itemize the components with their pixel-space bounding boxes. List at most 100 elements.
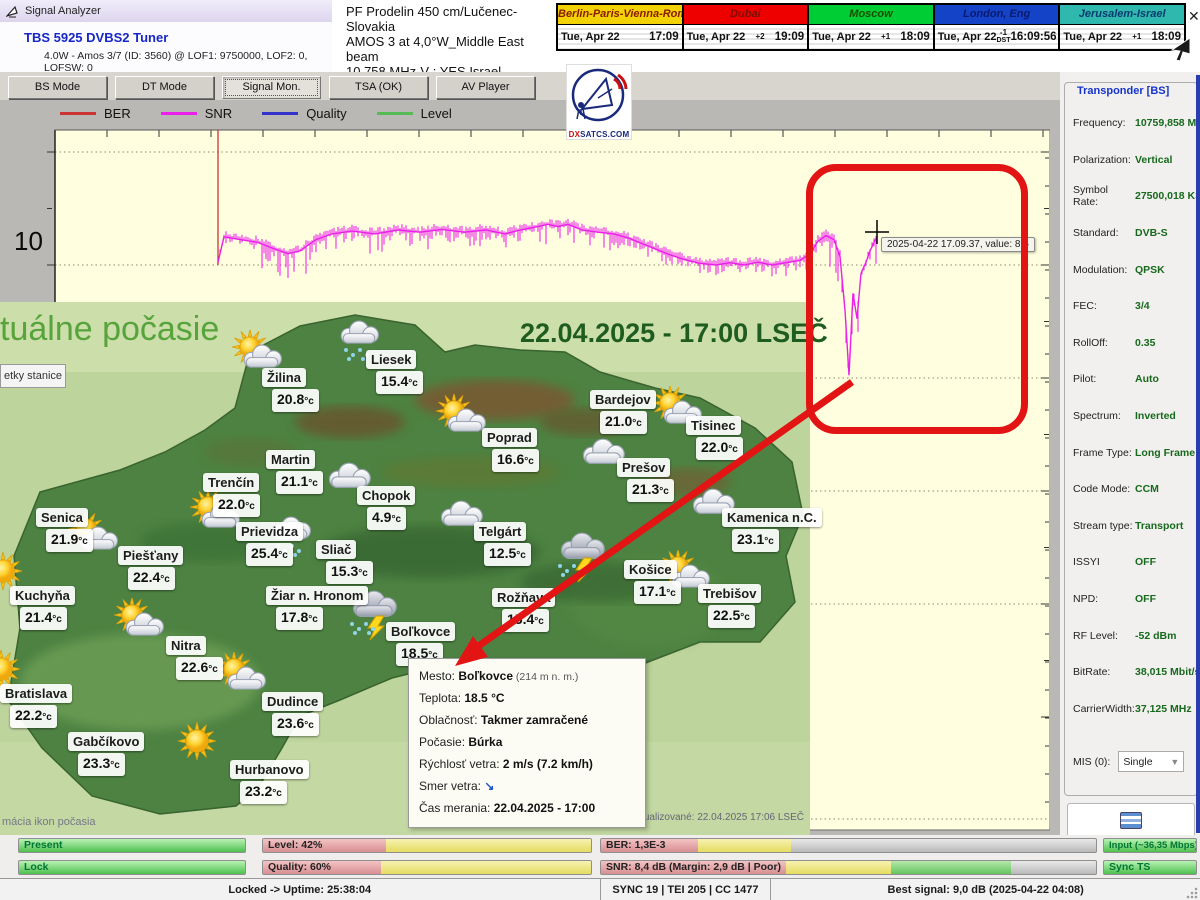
clock-city-name: Berlin-Paris-Vienna-Roma	[558, 5, 682, 25]
clock-time-row: Tue, Apr 22 -1DST 16:09:56	[935, 25, 1059, 49]
transponder-rows: Frequency:10759,858 MHzPolarization:Vert…	[1073, 105, 1193, 727]
city-nitra[interactable]: Nitra	[166, 636, 206, 655]
map-datetime: 22.04.2025 - 17:00 LSEČ	[520, 318, 828, 349]
all-stations-button[interactable]: etky stanice	[0, 364, 66, 388]
clock-dubai: Dubai Tue, Apr 22 +2 19:09	[684, 5, 810, 49]
row-value: 27500,018 KS/s	[1135, 190, 1200, 202]
clock-date: Tue, Apr 22	[812, 31, 871, 43]
clock-date: Tue, Apr 22	[1063, 31, 1122, 43]
city-ko-ice[interactable]: Košice	[624, 560, 677, 579]
city-tisinec[interactable]: Tisinec	[686, 416, 741, 435]
city-bardejov[interactable]: Bardejov	[590, 390, 656, 409]
infobox-row-as-merania: Čas merania: 22.04.2025 - 17:00	[419, 798, 635, 820]
row-label: CarrierWidth:	[1073, 703, 1135, 715]
lock-indicator: Lock	[18, 860, 246, 875]
city-dudince[interactable]: Dudince	[262, 692, 323, 711]
clock-time-row: Tue, Apr 22 +1 18:09	[809, 25, 933, 49]
city-trebi-ov[interactable]: Trebišov	[698, 584, 761, 603]
city-kuchy-a[interactable]: Kuchyňa	[10, 586, 75, 605]
city-chopok[interactable]: Chopok	[357, 486, 415, 505]
transponder-row-pilot: Pilot:Auto	[1073, 361, 1200, 398]
temp-pie-any: 22.4°c	[128, 567, 175, 590]
row-label: Modulation:	[1073, 264, 1135, 276]
clock-city-name: Jerusalem-Israel	[1060, 5, 1184, 25]
city-prievidza[interactable]: Prievidza	[236, 522, 303, 541]
tab-dt-mode[interactable]: DT Mode	[115, 76, 214, 99]
map-footer-text: mácia ikon počasia	[2, 816, 96, 828]
record-device-button[interactable]	[1067, 803, 1195, 838]
row-value: Vertical	[1135, 154, 1172, 166]
row-value: Auto	[1135, 373, 1159, 385]
clock-utc-offset: +2	[745, 33, 774, 41]
temp-liesek: 15.4°c	[376, 371, 423, 394]
row-label: Pilot:	[1073, 373, 1135, 385]
legend-label: SNR	[205, 106, 232, 121]
city-kamenica-n-c[interactable]: Kamenica n.C.	[722, 508, 822, 527]
legend-level: Level	[377, 106, 452, 121]
clock-moscow: Moscow Tue, Apr 22 +1 18:09	[809, 5, 935, 49]
resize-grip[interactable]	[1186, 887, 1198, 899]
city-iar-n-hronom[interactable]: Žiar n. Hronom	[266, 586, 368, 605]
tab-bs-mode[interactable]: BS Mode	[8, 76, 107, 99]
antenna-line: PF Prodelin 450 cm/Lučenec-Slovakia	[346, 4, 556, 34]
transponder-row-issyi: ISSYIOFF	[1073, 544, 1200, 581]
temp-iar-n-hronom: 17.8°c	[276, 607, 323, 630]
tab-av-player[interactable]: AV Player	[436, 76, 535, 99]
row-label: Frame Type:	[1073, 447, 1135, 459]
row-label: RollOff:	[1073, 337, 1135, 349]
signal-analyzer-window: Signal Analyzer TBS 5925 DVBS2 Tuner 4.0…	[0, 0, 1200, 900]
city-ro-ava[interactable]: Rožňava	[492, 588, 555, 607]
city-pie-any[interactable]: Piešťany	[118, 546, 183, 565]
level-bar: Level: 42%	[262, 838, 592, 853]
city-martin[interactable]: Martin	[266, 450, 315, 469]
city-bratislava[interactable]: Bratislava	[0, 684, 72, 703]
infobox-row-smer-vetra: Smer vetra: ↘	[419, 776, 635, 798]
sun-cloud-icon	[432, 394, 488, 451]
row-value: 38,015 Mbit/s	[1135, 666, 1200, 678]
clock-time: 16:09:56	[1010, 31, 1056, 43]
status-bars: Present Lock Level: 42% Quality: 60% BER…	[0, 835, 1200, 878]
city-senica[interactable]: Senica	[36, 508, 88, 527]
row-label: BitRate:	[1073, 666, 1135, 678]
city-bo-kovce[interactable]: Boľkovce	[386, 622, 455, 641]
close-icon[interactable]: ✕	[1188, 8, 1200, 25]
temp-dudince: 23.6°c	[272, 713, 319, 736]
temp-slia: 15.3°c	[326, 561, 373, 584]
transponder-row-npd: NPD:OFF	[1073, 581, 1200, 618]
temp-tren-n: 22.0°c	[213, 494, 260, 517]
city-tren-n[interactable]: Trenčín	[203, 473, 259, 492]
drive-icon	[1120, 812, 1142, 829]
row-value: DVB-S	[1135, 227, 1168, 239]
temp-trebi-ov: 22.5°c	[708, 605, 755, 628]
city-slia[interactable]: Sliač	[316, 540, 356, 559]
present-indicator: Present	[18, 838, 246, 853]
temp-nitra: 22.6°c	[176, 657, 223, 680]
city-hurbanovo[interactable]: Hurbanovo	[230, 760, 309, 779]
bar-segment-yellow	[786, 861, 891, 874]
transponder-row-fec: FEC:3/4	[1073, 288, 1200, 325]
clock-date: Tue, Apr 22	[938, 31, 997, 43]
transponder-row-spectrum: Spectrum:Inverted	[1073, 398, 1200, 435]
city-ilina[interactable]: Žilina	[262, 368, 306, 387]
row-value: Transport	[1135, 520, 1183, 532]
tab-tsa-ok[interactable]: TSA (OK)	[329, 76, 428, 99]
ber-bar: BER: 1,3E-3	[600, 838, 1097, 853]
window-statusbar: Locked -> Uptime: 25:38:04 SYNC 19 | TEI…	[0, 878, 1200, 900]
tab-signal-mon[interactable]: Signal Mon.	[222, 76, 321, 99]
mis-select[interactable]: Single ▼	[1118, 751, 1184, 772]
row-label: Polarization:	[1073, 154, 1135, 166]
row-label: Symbol Rate:	[1073, 184, 1135, 208]
city-poprad[interactable]: Poprad	[482, 428, 537, 447]
city-telg-rt[interactable]: Telgárt	[474, 522, 526, 541]
clock-london-eng: London, Eng Tue, Apr 22 -1DST 16:09:56	[935, 5, 1061, 49]
temp-chopok: 4.9°c	[367, 507, 406, 530]
city-pre-ov[interactable]: Prešov	[617, 458, 670, 477]
row-label: ISSYI	[1073, 556, 1135, 568]
row-label: Code Mode:	[1073, 483, 1135, 495]
transponder-row-rf-level: RF Level:-52 dBm	[1073, 617, 1200, 654]
city-gab-kovo[interactable]: Gabčíkovo	[68, 732, 144, 751]
map-title: tuálne počasie	[0, 310, 219, 349]
tuner-name: TBS 5925 DVBS2 Tuner	[24, 30, 168, 45]
city-liesek[interactable]: Liesek	[366, 350, 416, 369]
temp-pre-ov: 21.3°c	[627, 479, 674, 502]
